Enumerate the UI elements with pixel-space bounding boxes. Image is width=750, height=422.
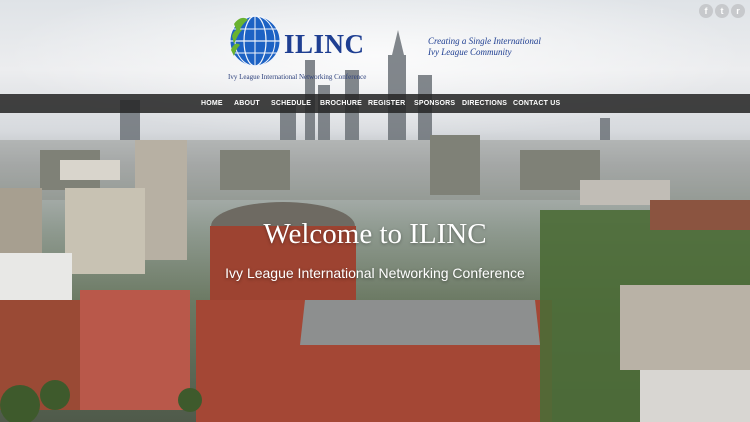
twitter-icon[interactable]: t [715, 4, 729, 18]
tagline-line-1: Creating a Single International [428, 36, 541, 46]
nav-sponsors[interactable]: SPONSORS [414, 94, 455, 113]
hero-subtitle: Ivy League International Networking Conf… [225, 265, 525, 281]
nav-home[interactable]: HOME [201, 94, 223, 113]
globe-logo-icon[interactable] [228, 14, 282, 68]
brand-name[interactable]: ILINC [284, 29, 365, 60]
hero-title: Welcome to ILINC [263, 218, 487, 250]
nav-schedule[interactable]: SCHEDULE [271, 94, 311, 113]
nav-about[interactable]: ABOUT [234, 94, 260, 113]
nav-directions[interactable]: DIRECTIONS [462, 94, 507, 113]
main-navigation: HOME ABOUT SCHEDULE BROCHURE REGISTER SP… [0, 94, 750, 113]
tagline-line-2: Ivy League Community [428, 47, 512, 57]
brand-tagline: Creating a Single International Ivy Leag… [428, 36, 541, 58]
brand-subtitle: Ivy League International Networking Conf… [228, 73, 367, 81]
facebook-icon[interactable]: f [699, 4, 713, 18]
nav-register[interactable]: REGISTER [368, 94, 405, 113]
site-header: ILINC Ivy League International Networkin… [0, 0, 750, 94]
nav-brochure[interactable]: BROCHURE [320, 94, 362, 113]
nav-contact-us[interactable]: CONTACT US [513, 94, 560, 113]
rss-icon[interactable]: r [731, 4, 745, 18]
